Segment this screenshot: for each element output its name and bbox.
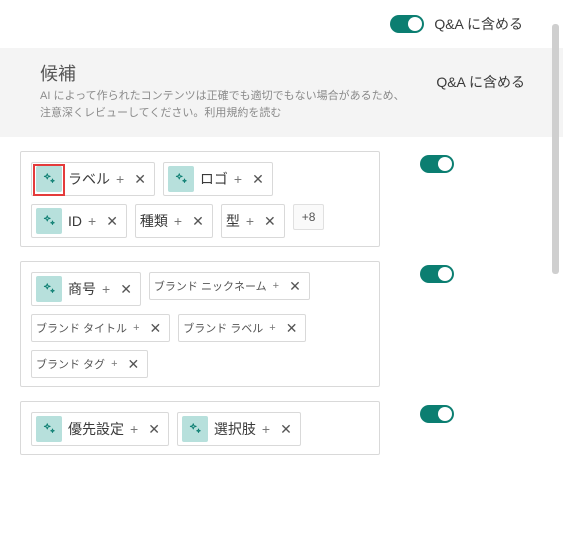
suggestions-header: 候補 AI によって作られたコンテンツは正確でも適切でもない場合があるため、 注… bbox=[0, 48, 563, 137]
header-title: 候補 bbox=[40, 60, 405, 86]
synonym-chip[interactable]: ラベル + ✕ bbox=[31, 162, 155, 196]
chip-plus: + bbox=[116, 171, 124, 187]
chip-label: ブランド タイトル bbox=[36, 320, 127, 336]
sparkle-icon bbox=[36, 276, 62, 302]
chip-label: ラベル bbox=[68, 169, 110, 189]
chip-label: 種類 bbox=[140, 211, 168, 231]
include-in-qa-toggle[interactable] bbox=[420, 155, 454, 173]
suggestion-card: 商号 +✕ブランド ニックネーム +✕ブランド タイトル +✕ブランド ラベル … bbox=[20, 261, 380, 387]
close-icon[interactable]: ✕ bbox=[285, 278, 301, 295]
suggestion-card: 優先設定 + ✕ 選択肢 + ✕ bbox=[20, 401, 380, 455]
synonym-chip[interactable]: 選択肢 + ✕ bbox=[177, 412, 301, 446]
chip-plus: + bbox=[246, 213, 254, 229]
card-row: ラベル + ✕ ロゴ + ✕ ID + ✕ 種類 + ✕ 型 + ✕ +8 bbox=[20, 151, 563, 247]
close-icon[interactable]: ✕ bbox=[260, 213, 276, 230]
suggestion-card: ラベル + ✕ ロゴ + ✕ ID + ✕ 種類 + ✕ 型 + ✕ +8 bbox=[20, 151, 380, 247]
include-in-qa-toggle-top[interactable] bbox=[390, 15, 424, 33]
card-row: 商号 +✕ブランド ニックネーム +✕ブランド タイトル +✕ブランド ラベル … bbox=[20, 261, 563, 387]
chip-label: ブランド タグ bbox=[36, 356, 105, 372]
close-icon[interactable]: ✕ bbox=[188, 213, 204, 230]
sparkle-icon bbox=[168, 166, 194, 192]
close-icon[interactable]: ✕ bbox=[276, 421, 292, 438]
chip-plus: + bbox=[102, 281, 110, 297]
chip-plus: + bbox=[88, 213, 96, 229]
card-toggle-column bbox=[420, 401, 454, 423]
sparkle-icon bbox=[36, 208, 62, 234]
include-in-qa-label-top: Q&A に含める bbox=[434, 14, 523, 34]
chip-label: ブランド ニックネーム bbox=[154, 278, 267, 294]
chip-label: 選択肢 bbox=[214, 419, 256, 439]
close-icon[interactable]: ✕ bbox=[116, 281, 132, 298]
close-icon[interactable]: ✕ bbox=[102, 213, 118, 230]
more-chip[interactable]: +8 bbox=[293, 204, 325, 230]
card-toggle-column bbox=[420, 151, 454, 173]
synonym-chip[interactable]: ロゴ + ✕ bbox=[163, 162, 273, 196]
synonym-chip[interactable]: ブランド ニックネーム + ✕ bbox=[149, 272, 310, 300]
chip-label: ロゴ bbox=[200, 169, 228, 189]
chip-plus: + bbox=[273, 280, 279, 292]
header-text: 候補 AI によって作られたコンテンツは正確でも適切でもない場合があるため、 注… bbox=[40, 60, 405, 121]
chip-label: 商号 bbox=[68, 279, 96, 299]
chip-plus: + bbox=[269, 322, 275, 334]
column-header-include: Q&A に含める bbox=[436, 60, 543, 92]
synonym-chip[interactable]: ブランド タイトル + ✕ bbox=[31, 314, 170, 342]
synonym-chip[interactable]: 優先設定 + ✕ bbox=[31, 412, 169, 446]
close-icon[interactable]: ✕ bbox=[124, 356, 140, 373]
chip-label: ID bbox=[68, 213, 82, 229]
synonym-chip[interactable]: ID + ✕ bbox=[31, 204, 127, 238]
chip-plus: + bbox=[262, 421, 270, 437]
close-icon[interactable]: ✕ bbox=[130, 171, 146, 188]
chip-label: 型 bbox=[226, 211, 240, 231]
include-in-qa-toggle[interactable] bbox=[420, 265, 454, 283]
synonym-chip[interactable]: 型 + ✕ bbox=[221, 204, 285, 238]
top-toggle-row: Q&A に含める bbox=[0, 0, 563, 48]
sparkle-icon bbox=[182, 416, 208, 442]
chip-plus: + bbox=[174, 213, 182, 229]
chip-label: ブランド ラベル bbox=[183, 320, 263, 336]
card-toggle-column bbox=[420, 261, 454, 283]
close-icon[interactable]: ✕ bbox=[146, 320, 162, 337]
terms-link[interactable]: 利用規約を読む bbox=[204, 107, 281, 119]
chip-plus: + bbox=[234, 171, 242, 187]
synonym-chip[interactable]: 種類 + ✕ bbox=[135, 204, 213, 238]
include-in-qa-toggle[interactable] bbox=[420, 405, 454, 423]
close-icon[interactable]: ✕ bbox=[144, 421, 160, 438]
chip-plus: + bbox=[130, 421, 138, 437]
chip-plus: + bbox=[111, 358, 117, 370]
sparkle-icon bbox=[36, 166, 62, 192]
close-icon[interactable]: ✕ bbox=[282, 320, 298, 337]
chip-label: 優先設定 bbox=[68, 419, 124, 439]
header-subtitle: AI によって作られたコンテンツは正確でも適切でもない場合があるため、 注意深く… bbox=[40, 88, 405, 121]
sparkle-icon bbox=[36, 416, 62, 442]
close-icon[interactable]: ✕ bbox=[248, 171, 264, 188]
card-row: 優先設定 + ✕ 選択肢 + ✕ bbox=[20, 401, 563, 455]
synonym-chip[interactable]: ブランド タグ + ✕ bbox=[31, 350, 148, 378]
synonym-chip[interactable]: ブランド ラベル + ✕ bbox=[178, 314, 306, 342]
vertical-scrollbar[interactable] bbox=[552, 24, 559, 274]
suggestion-cards: ラベル +✕ロゴ +✕ID +✕種類 +✕型 +✕+8商号 +✕ブランド ニック… bbox=[0, 151, 563, 455]
chip-plus: + bbox=[133, 322, 139, 334]
synonym-chip[interactable]: 商号 + ✕ bbox=[31, 272, 141, 306]
